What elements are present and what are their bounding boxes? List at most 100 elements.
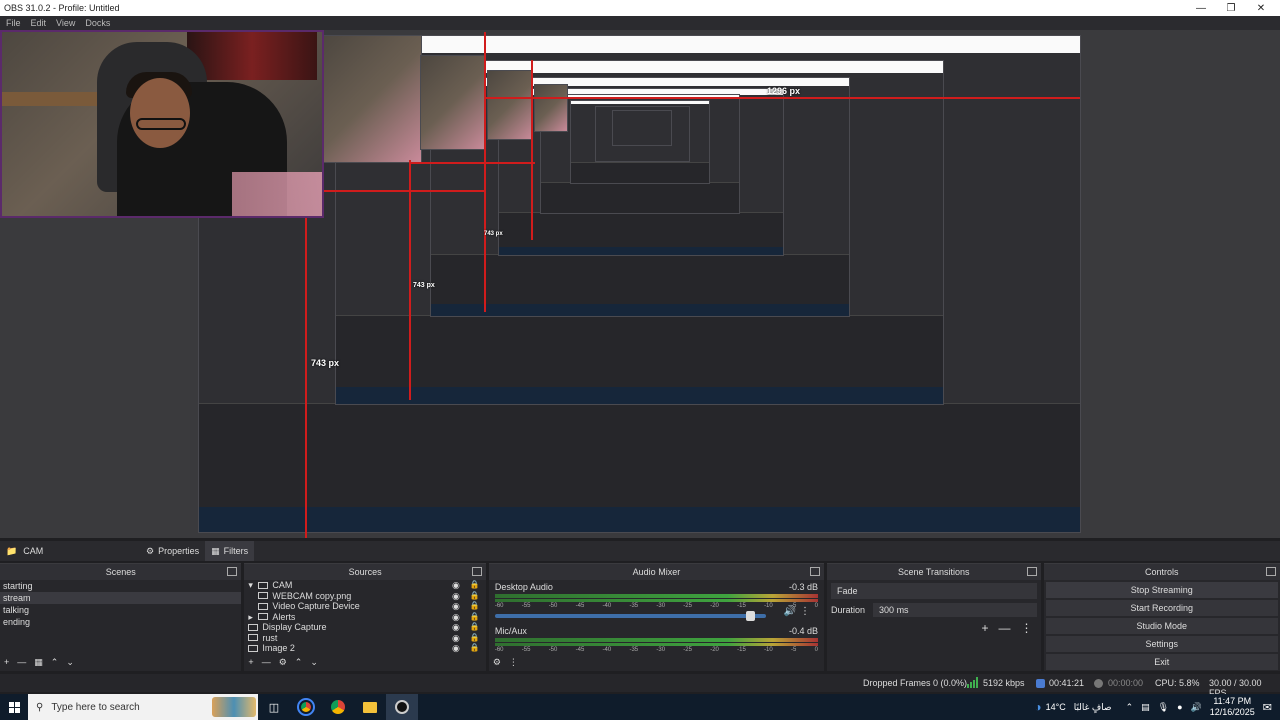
expand-icon[interactable]: ▾ bbox=[248, 580, 258, 591]
duration-input[interactable]: 300 ms bbox=[873, 603, 1037, 617]
undock-icon[interactable] bbox=[1026, 567, 1037, 576]
eye-icon[interactable]: ◉ bbox=[452, 622, 460, 633]
file-explorer-icon[interactable] bbox=[354, 694, 386, 720]
settings-button[interactable]: Settings bbox=[1045, 636, 1278, 652]
menu-edit[interactable]: Edit bbox=[31, 18, 47, 28]
status-bar: Dropped Frames 0 (0.0%) 5192 kbps 00:41:… bbox=[0, 674, 1280, 698]
close-button[interactable]: ✕ bbox=[1246, 0, 1276, 16]
move-up-icon[interactable]: ⌃ bbox=[295, 657, 303, 668]
slider-knob[interactable] bbox=[745, 611, 755, 621]
taskbar-search[interactable]: ⚲ Type here to search bbox=[28, 694, 258, 720]
location-icon[interactable]: ● bbox=[1177, 702, 1182, 712]
gear-icon: ⚙ bbox=[146, 545, 155, 556]
lock-icon[interactable]: 🔒 bbox=[470, 601, 480, 612]
remove-icon[interactable]: — bbox=[999, 621, 1011, 635]
transition-select[interactable]: Fade bbox=[831, 583, 1037, 599]
speaker-icon[interactable]: 🔊 bbox=[784, 606, 796, 617]
search-highlight-image bbox=[212, 697, 256, 717]
move-down-icon[interactable]: ⌄ bbox=[66, 657, 74, 668]
gear-icon[interactable]: ⚙ bbox=[493, 657, 501, 668]
dock-title: Scenes bbox=[105, 567, 136, 577]
restore-button[interactable]: ❐ bbox=[1216, 0, 1246, 16]
webcam-source[interactable] bbox=[0, 30, 324, 218]
more-icon[interactable]: ⋮ bbox=[800, 606, 810, 617]
chrome-icon[interactable] bbox=[290, 694, 322, 720]
menu-docks[interactable]: Docks bbox=[85, 18, 110, 28]
network-icon[interactable]: ▤ bbox=[1141, 702, 1150, 713]
eye-icon[interactable]: ◉ bbox=[452, 612, 460, 623]
start-recording-button[interactable]: Start Recording bbox=[1045, 600, 1278, 616]
lock-icon[interactable]: 🔒 bbox=[470, 612, 480, 623]
more-icon[interactable]: ⋮ bbox=[1021, 621, 1033, 635]
docks: Scenes starting stream talking ending + … bbox=[0, 563, 1280, 671]
source-item[interactable]: rust ◉ 🔒 bbox=[248, 633, 485, 644]
filters-button[interactable]: ▦ Filters bbox=[205, 541, 255, 561]
scene-item-selected[interactable]: stream bbox=[0, 592, 242, 604]
height-label: 743 px bbox=[484, 231, 503, 237]
tick-label: -25 bbox=[683, 603, 692, 609]
start-button[interactable] bbox=[0, 694, 28, 720]
undock-icon[interactable] bbox=[227, 567, 238, 576]
undock-icon[interactable] bbox=[810, 567, 821, 576]
eye-icon[interactable]: ◉ bbox=[452, 601, 460, 612]
move-up-icon[interactable]: ⌃ bbox=[51, 657, 59, 668]
scene-item[interactable]: ending bbox=[0, 616, 241, 628]
expand-icon[interactable]: ▸ bbox=[248, 612, 258, 623]
source-item[interactable]: ▸ Alerts ◉ 🔒 bbox=[248, 612, 485, 623]
minimize-button[interactable]: — bbox=[1186, 0, 1216, 16]
gear-icon[interactable]: ⚙ bbox=[279, 657, 287, 668]
lock-icon[interactable]: 🔒 bbox=[470, 580, 480, 591]
filter-icon[interactable]: ▦ bbox=[34, 657, 43, 668]
source-item[interactable]: Image 2 ◉ 🔒 bbox=[248, 643, 485, 654]
audio-mixer-dock: Audio Mixer Desktop Audio -0.3 dB -60 -55-… bbox=[488, 563, 825, 671]
source-item[interactable]: Display Capture ◉ 🔒 bbox=[248, 622, 485, 633]
task-view-icon[interactable]: ◫ bbox=[258, 694, 290, 720]
eye-icon[interactable]: ◉ bbox=[452, 591, 460, 602]
exit-button[interactable]: Exit bbox=[1045, 654, 1278, 670]
obs-icon[interactable] bbox=[386, 694, 418, 720]
source-item[interactable]: Video Capture Device ◉ 🔒 bbox=[248, 601, 485, 612]
source-item[interactable]: WEBCAM copy.png ◉ 🔒 bbox=[248, 591, 485, 602]
webcam-thumb-3 bbox=[487, 70, 533, 140]
tick-label: -10 bbox=[764, 603, 773, 609]
lock-icon[interactable]: 🔒 bbox=[470, 622, 480, 633]
lock-icon[interactable]: 🔒 bbox=[470, 591, 480, 602]
folder-icon bbox=[258, 581, 269, 589]
tick-label: 0 bbox=[814, 603, 818, 609]
menu-view[interactable]: View bbox=[56, 18, 75, 28]
height-label: 743 px bbox=[413, 282, 435, 289]
volume-icon[interactable]: 🔊 bbox=[1191, 702, 1202, 713]
remove-icon[interactable]: — bbox=[17, 657, 26, 667]
microphone-icon[interactable]: 🎙 bbox=[1158, 702, 1169, 713]
width-label: 1296 px bbox=[767, 86, 801, 96]
source-item[interactable]: ▾ CAM ◉ 🔒 bbox=[248, 580, 485, 591]
lock-icon[interactable]: 🔒 bbox=[470, 633, 480, 644]
properties-button[interactable]: ⚙ Properties bbox=[140, 541, 205, 561]
remove-icon[interactable]: — bbox=[262, 657, 271, 667]
eye-icon[interactable]: ◉ bbox=[452, 580, 460, 591]
more-icon[interactable]: ⋮ bbox=[509, 657, 518, 668]
add-icon[interactable]: + bbox=[4, 657, 9, 667]
scene-item[interactable]: starting bbox=[0, 580, 241, 592]
clock[interactable]: 11:47 PM 12/16/2025 bbox=[1210, 696, 1255, 718]
add-icon[interactable]: + bbox=[248, 657, 253, 667]
record-time: 00:00:00 bbox=[1108, 678, 1144, 688]
preview-canvas[interactable]: 1296 px 743 px 743 px 743 px bbox=[0, 30, 1280, 538]
eye-icon[interactable]: ◉ bbox=[452, 643, 460, 654]
menu-file[interactable]: File bbox=[6, 18, 21, 28]
undock-icon[interactable] bbox=[471, 567, 482, 576]
duration-label: Duration bbox=[831, 605, 866, 615]
guide-line bbox=[305, 188, 307, 538]
stop-streaming-button[interactable]: Stop Streaming bbox=[1045, 582, 1278, 598]
studio-mode-button[interactable]: Studio Mode bbox=[1045, 618, 1278, 634]
volume-slider[interactable] bbox=[494, 611, 767, 621]
lock-icon[interactable]: 🔒 bbox=[470, 643, 480, 654]
eye-icon[interactable]: ◉ bbox=[452, 633, 460, 644]
scene-item[interactable]: talking bbox=[0, 604, 241, 616]
notification-icon[interactable]: ✉ bbox=[1263, 701, 1272, 714]
add-icon[interactable]: + bbox=[982, 621, 989, 635]
move-down-icon[interactable]: ⌄ bbox=[310, 657, 318, 668]
chevron-up-icon[interactable]: ⌃ bbox=[1126, 702, 1134, 713]
chrome-profile-icon[interactable] bbox=[322, 694, 354, 720]
undock-icon[interactable] bbox=[1265, 567, 1276, 576]
